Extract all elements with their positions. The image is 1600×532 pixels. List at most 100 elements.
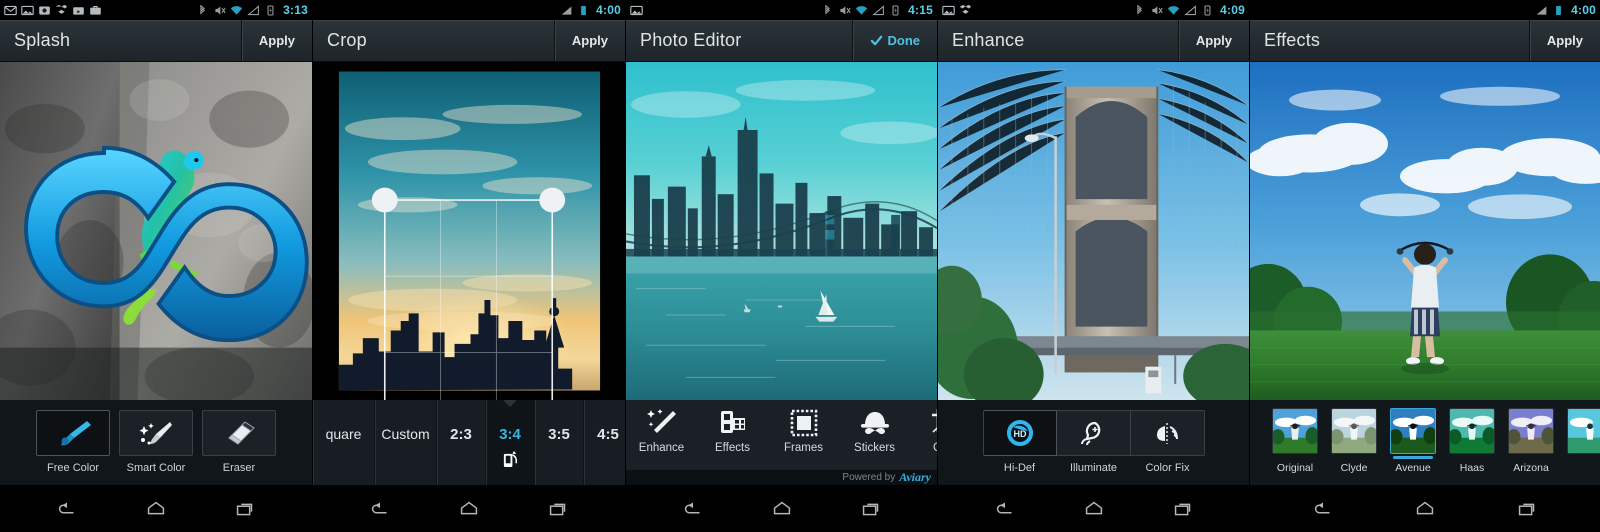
status-bar-time: 4:00 xyxy=(1571,3,1596,17)
tool-strip-photo-editor: Enhance Effects Frames Stickers Powered … xyxy=(626,400,937,485)
tool-stickers[interactable]: Stickers xyxy=(839,406,910,454)
back-icon[interactable] xyxy=(367,498,393,520)
powered-by-text: Powered by xyxy=(842,472,896,483)
photo-canvas-enhance[interactable] xyxy=(938,62,1249,400)
tool-hi-def-box: HD xyxy=(982,410,1057,456)
ratio-square[interactable]: quare xyxy=(313,400,375,485)
apply-button[interactable]: Apply xyxy=(1177,20,1249,61)
back-icon[interactable] xyxy=(680,498,706,520)
back-icon[interactable] xyxy=(1310,498,1336,520)
status-bar-notifications xyxy=(630,4,821,17)
nav-bar xyxy=(0,485,312,532)
status-bar-system: 4:15 xyxy=(821,3,933,17)
tool-illuminate[interactable]: Illuminate xyxy=(1056,410,1131,474)
signpost xyxy=(1145,366,1162,394)
tool-smart-color-box xyxy=(119,410,193,456)
tool-eraser[interactable]: Eraser xyxy=(202,410,276,474)
bridge-tower xyxy=(1064,86,1159,373)
tool-color-fix[interactable]: Color Fix xyxy=(1130,410,1205,474)
effect-next-partial[interactable] xyxy=(1567,408,1600,485)
effect-original[interactable]: Original xyxy=(1272,408,1318,485)
tool-effects-label: Effects xyxy=(715,442,750,454)
status-bar: 4:00 xyxy=(1250,0,1600,20)
status-bar-time: 4:09 xyxy=(1220,3,1245,17)
recents-icon[interactable] xyxy=(1170,498,1196,520)
action-bar: Photo Editor Done xyxy=(626,20,937,62)
lizard-photo xyxy=(0,62,312,400)
wifi-icon xyxy=(1167,5,1180,15)
golfer-photo xyxy=(1250,62,1600,400)
photo-canvas-photo-editor[interactable] xyxy=(626,62,937,400)
ratio-custom[interactable]: Custom xyxy=(375,400,437,485)
ratio-3-5-label: 3:5 xyxy=(548,426,570,443)
effect-haas-thumb xyxy=(1449,408,1495,454)
home-icon[interactable] xyxy=(769,498,795,520)
effect-arizona-thumb xyxy=(1508,408,1554,454)
status-bar-time: 4:00 xyxy=(596,3,621,17)
status-bar-system: 4:00 xyxy=(560,3,621,17)
effect-thumb-list: Original Clyde Avenue Haas Arizona xyxy=(1250,400,1600,485)
effect-clyde-thumb xyxy=(1331,408,1377,454)
apply-button[interactable]: Apply xyxy=(240,20,312,61)
camera-roll-icon xyxy=(39,5,50,15)
apply-button[interactable]: Apply xyxy=(1528,20,1600,61)
enhance-tools: HD Hi-Def Illuminate Color Fix xyxy=(938,400,1249,485)
signal-icon xyxy=(561,5,572,15)
photo-canvas-effects[interactable] xyxy=(1250,62,1600,400)
back-icon[interactable] xyxy=(54,498,80,520)
effect-original-label: Original xyxy=(1276,462,1314,474)
apply-button[interactable]: Apply xyxy=(553,20,625,61)
recents-icon[interactable] xyxy=(1514,498,1540,520)
phone-panel-enhance: 4:09 Enhance Apply HD Hi-Def Illuminate … xyxy=(938,0,1250,532)
hi-def-icon: HD xyxy=(1006,420,1033,446)
home-icon[interactable] xyxy=(1412,498,1438,520)
home-icon[interactable] xyxy=(456,498,482,520)
tool-hi-def[interactable]: HD Hi-Def xyxy=(982,410,1057,474)
tool-smart-color[interactable]: Smart Color xyxy=(119,410,193,474)
photo-canvas-crop[interactable] xyxy=(313,62,625,400)
photo-canvas-splash[interactable] xyxy=(0,62,312,400)
page-title: Crop xyxy=(327,30,367,50)
tool-strip-effects: Original Clyde Avenue Haas Arizona xyxy=(1250,400,1600,485)
aviary-brand: Aviary xyxy=(899,470,931,484)
mute-icon xyxy=(840,5,851,15)
effect-avenue[interactable]: Avenue xyxy=(1390,408,1436,485)
tool-crop[interactable]: Crop xyxy=(910,406,937,454)
effect-arizona[interactable]: Arizona xyxy=(1508,408,1554,485)
recents-icon[interactable] xyxy=(858,498,884,520)
crop-handle-top-left[interactable] xyxy=(371,187,398,213)
powered-by-footer: Powered by Aviary xyxy=(626,470,937,485)
effect-haas[interactable]: Haas xyxy=(1449,408,1495,485)
screenshot-strip: 3:13 Splash Apply Free Color Smart Color… xyxy=(0,0,1600,532)
home-icon[interactable] xyxy=(1081,498,1107,520)
phone-panel-photo-editor: 4:15 Photo Editor Done Enhance Effects F… xyxy=(626,0,938,532)
home-icon[interactable] xyxy=(143,498,169,520)
effect-clyde[interactable]: Clyde xyxy=(1331,408,1377,485)
recents-icon[interactable] xyxy=(232,498,258,520)
tool-free-color-box xyxy=(36,410,110,456)
tool-free-color[interactable]: Free Color xyxy=(36,410,110,474)
phone-panel-effects: 4:00 Effects Apply Original Clyde Avenue… xyxy=(1250,0,1600,532)
skyline-sunset-photo xyxy=(313,62,625,400)
ratio-2-3[interactable]: 2:3 xyxy=(437,400,486,485)
recents-icon[interactable] xyxy=(545,498,571,520)
nav-bar xyxy=(626,485,937,532)
tool-enhance[interactable]: Enhance xyxy=(626,406,697,454)
status-bar: 4:09 xyxy=(938,0,1249,20)
apply-button-label: Apply xyxy=(1546,33,1583,48)
done-button[interactable]: Done xyxy=(851,20,938,61)
tool-effects[interactable]: Effects xyxy=(697,406,768,454)
page-title: Splash xyxy=(14,30,71,50)
ratio-square-label: quare xyxy=(325,426,362,442)
page-title: Photo Editor xyxy=(640,30,742,50)
ratio-4-5[interactable]: 4:5 xyxy=(584,400,625,485)
tool-frames[interactable]: Frames xyxy=(768,406,839,454)
back-icon[interactable] xyxy=(992,498,1018,520)
rotate-icon[interactable] xyxy=(502,450,519,469)
apply-button-label: Apply xyxy=(571,33,608,48)
crop-handle-top-right[interactable] xyxy=(539,187,566,213)
status-bar-system: 4:09 xyxy=(1133,3,1245,17)
ratio-3-5[interactable]: 3:5 xyxy=(535,400,584,485)
action-bar: Enhance Apply xyxy=(938,20,1249,62)
ratio-3-4[interactable]: 3:4 xyxy=(486,400,535,485)
